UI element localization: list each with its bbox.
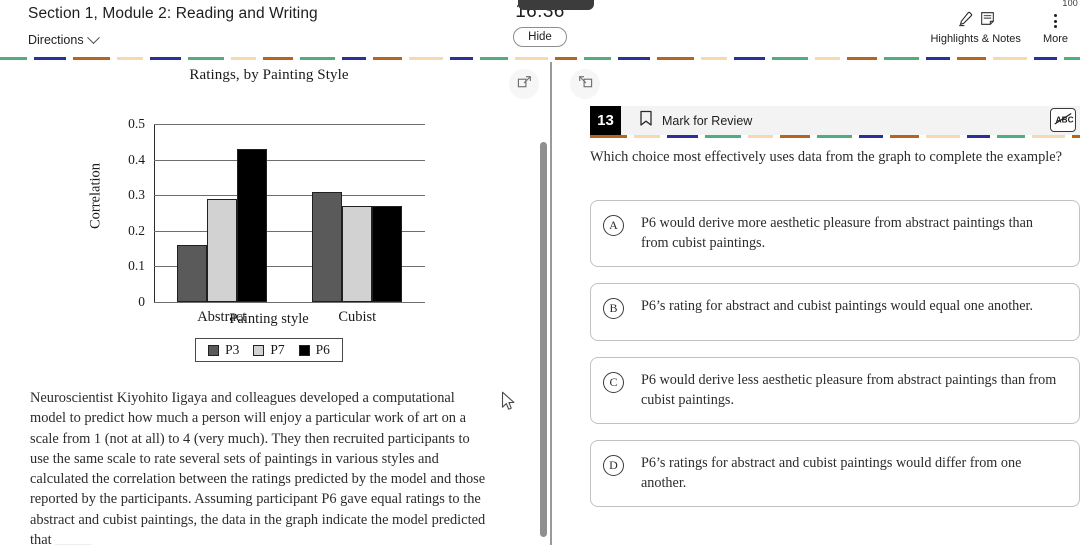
- answer-choice-list: A P6 would derive more aesthetic pleasure…: [590, 200, 1080, 523]
- question-header: 13 Mark for Review ABC: [590, 106, 1080, 135]
- chart-x-tick-label: Abstract: [197, 309, 247, 325]
- highlighter-pen-icon: [957, 11, 973, 32]
- more-label: More: [1042, 33, 1068, 45]
- chart-bar: [176, 245, 207, 302]
- passage-text: Neuroscientist Kiyohito Iigaya and colle…: [30, 390, 486, 545]
- answer-choice-letter: C: [603, 372, 624, 393]
- app-header: Section 1, Module 2: Reading and Writing…: [0, 0, 1080, 58]
- answer-choice-c[interactable]: C P6 would derive less aesthetic pleasure…: [590, 357, 1080, 424]
- expand-right-icon: [517, 75, 532, 93]
- chart-y-axis-label: Correlation: [87, 162, 104, 230]
- figure: Ratings, by Painting Style Correlation 0…: [0, 67, 538, 362]
- chart-legend-label: P7: [270, 342, 285, 357]
- more-button[interactable]: More: [1043, 12, 1068, 45]
- expand-passage-button[interactable]: [509, 69, 539, 99]
- answer-choice-a[interactable]: A P6 would derive more aesthetic pleasure…: [590, 200, 1080, 267]
- decorative-dashed-rule-question: [590, 135, 1080, 139]
- answer-choice-b[interactable]: B P6’s rating for abstract and cubist pai…: [590, 283, 1080, 341]
- chart-legend-item: P7: [253, 342, 285, 358]
- browser-zoom-indicator: 100: [1062, 0, 1078, 8]
- answer-choice-d[interactable]: D P6’s ratings for abstract and cubist pa…: [590, 440, 1080, 507]
- chart-bar: [372, 205, 403, 302]
- chart-y-tick-label: 0.4: [128, 151, 145, 167]
- chart-legend-swatch: [208, 344, 220, 356]
- passage-scroll-thumb[interactable]: [540, 142, 547, 537]
- chart-plot-area: 0 0.1 0.2 0.3 0.4 0.5 Abstract Cubist: [128, 116, 425, 325]
- chart-legend-item: P3: [208, 342, 239, 358]
- bar-chart: Correlation 0 0.1 0.2 0.3 0.4 0.5 Abstract Cubi…: [0, 84, 538, 325]
- mark-for-review-button[interactable]: Mark for Review: [639, 110, 752, 132]
- chart-y-tick-label: 0.2: [128, 222, 145, 238]
- abc-strikethrough-icon: ABC: [1052, 110, 1074, 131]
- chart-y-tick-label: 0.3: [128, 187, 145, 203]
- chart-legend: P3 P7 P6: [195, 338, 343, 362]
- answer-choice-text: P6’s rating for abstract and cubist pain…: [641, 298, 1034, 314]
- decorative-dashed-rule: [0, 57, 1080, 61]
- chart-legend-label: P6: [315, 342, 330, 357]
- answer-choice-text: P6 would derive less aesthetic pleasure …: [641, 372, 1057, 408]
- chart-x-tick-label: Cubist: [338, 309, 377, 325]
- chart-y-tick-label: 0.5: [128, 116, 145, 131]
- chart-gridline: [154, 159, 425, 161]
- answer-choice-letter: B: [603, 298, 624, 319]
- question-number-badge: 13: [590, 106, 621, 135]
- question-pane: 13 Mark for Review ABC Which choice most…: [556, 62, 1080, 545]
- kebab-menu-icon: [1053, 12, 1057, 30]
- highlights-and-notes-button[interactable]: Highlights & Notes: [930, 11, 1021, 45]
- header-tools: Highlights & Notes More: [930, 11, 1068, 45]
- chart-gridline: [154, 195, 425, 197]
- chart-bar: [342, 205, 373, 302]
- chart-x-axis-label: Painting style: [229, 311, 309, 327]
- chart-legend-item: P6: [298, 342, 330, 358]
- chart-legend-swatch: [298, 344, 310, 356]
- pane-divider[interactable]: [550, 62, 552, 545]
- bookmark-icon: [639, 110, 653, 132]
- hide-timer-button[interactable]: Hide: [513, 27, 567, 47]
- test-app-window: Section 1, Module 2: Reading and Writing…: [0, 0, 1080, 545]
- chart-bar: [312, 191, 343, 302]
- chart-y-tick-label: 0: [138, 294, 145, 309]
- chart-legend-label: P3: [225, 342, 240, 357]
- chart-y-tick-label: 0.1: [128, 258, 145, 274]
- chart-legend-swatch: [253, 344, 265, 356]
- cross-out-tool-button[interactable]: ABC: [1050, 108, 1076, 132]
- answer-choice-text: P6 would derive more aesthetic pleasure …: [641, 215, 1034, 251]
- question-stem: Which choice most effectively uses data …: [590, 149, 1063, 165]
- answer-choice-letter: A: [603, 215, 624, 236]
- svg-text:ABC: ABC: [1056, 115, 1074, 124]
- chart-gridline: [154, 302, 425, 303]
- answer-choice-text: P6’s ratings for abstract and cubist pai…: [641, 455, 1022, 491]
- passage-pane: Ratings, by Painting Style Correlation 0…: [0, 62, 538, 545]
- chart-title: Ratings, by Painting Style: [189, 67, 349, 83]
- chart-bar: [206, 198, 237, 302]
- mark-for-review-label: Mark for Review: [662, 113, 753, 128]
- chart-y-axis: [154, 124, 156, 302]
- notes-icon: [980, 11, 995, 31]
- answer-choice-letter: D: [603, 455, 624, 476]
- chart-bar: [236, 148, 267, 302]
- highlights-notes-label: Highlights & Notes: [930, 33, 1021, 45]
- top-overlay-tooltip: [518, 0, 594, 10]
- chart-gridline: [154, 124, 425, 125]
